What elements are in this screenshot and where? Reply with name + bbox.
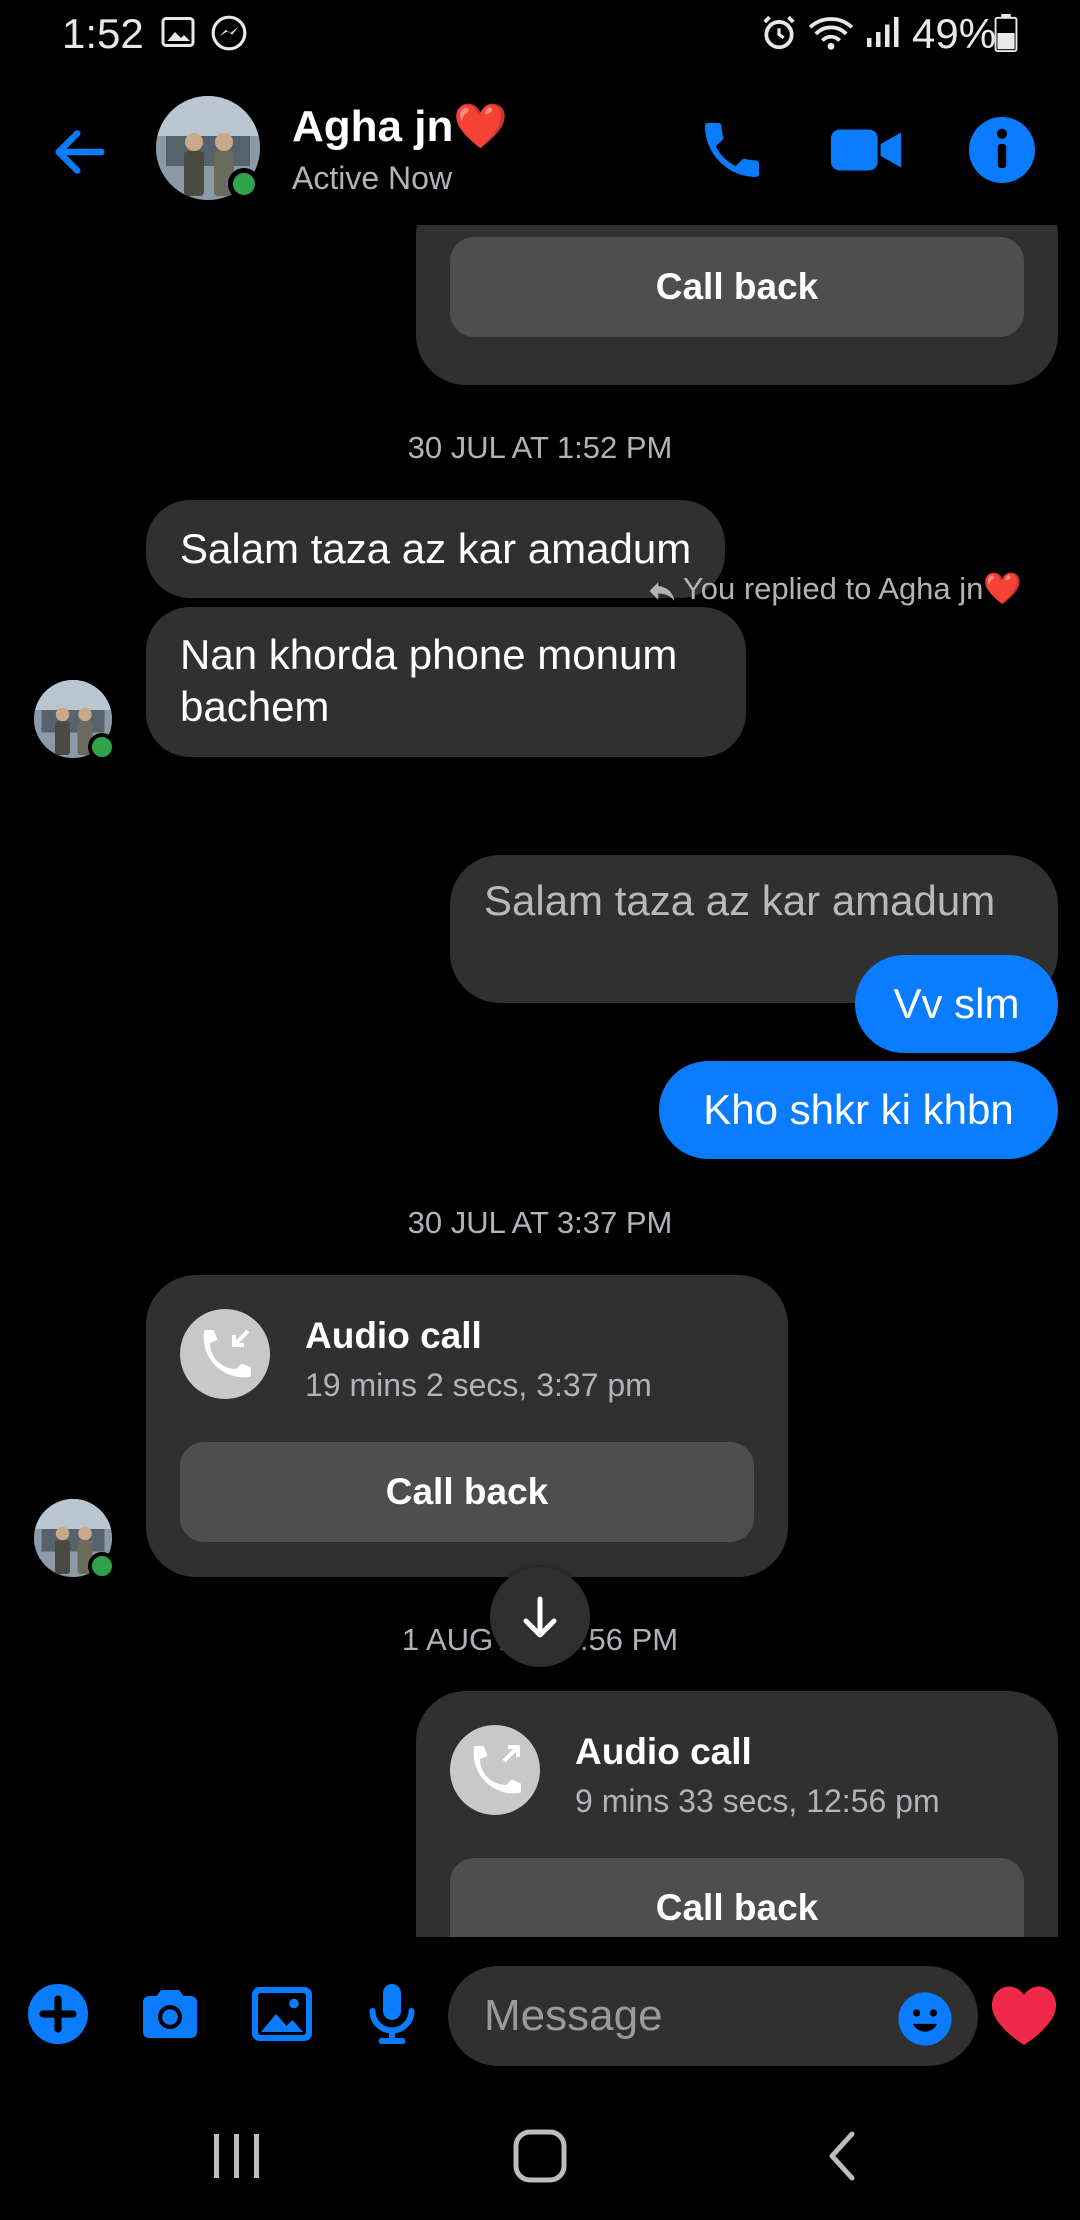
image-icon bbox=[252, 1987, 312, 2041]
phone-icon bbox=[705, 123, 759, 177]
home-button[interactable] bbox=[505, 2126, 575, 2186]
arrow-down-icon bbox=[523, 1596, 557, 1638]
wifi-icon bbox=[808, 14, 854, 57]
video-call-button[interactable] bbox=[828, 114, 902, 186]
scroll-to-bottom-button[interactable] bbox=[490, 1567, 590, 1667]
voice-message-button[interactable] bbox=[356, 1978, 428, 2050]
audio-call-card: Audio call 9 mins 33 secs, 12:56 pm Call… bbox=[416, 1691, 1058, 1937]
online-indicator bbox=[228, 168, 260, 200]
recent-apps-icon bbox=[214, 2134, 259, 2178]
call-title: Audio call bbox=[575, 1731, 752, 1772]
emoji-button[interactable] bbox=[896, 1990, 954, 2048]
info-button[interactable] bbox=[966, 114, 1038, 186]
status-bar: 1:52 49% bbox=[0, 0, 1080, 70]
signal-icon bbox=[864, 14, 900, 55]
online-indicator bbox=[88, 1552, 116, 1580]
heart-icon bbox=[991, 1986, 1057, 2045]
incoming-call-icon bbox=[180, 1309, 270, 1399]
online-indicator bbox=[88, 733, 116, 761]
back-arrow-icon bbox=[55, 130, 105, 174]
outgoing-call-icon bbox=[450, 1725, 540, 1815]
audio-call-button[interactable] bbox=[696, 114, 768, 186]
messenger-icon bbox=[210, 14, 248, 57]
recent-apps-button[interactable] bbox=[202, 2126, 272, 2186]
timestamp: 30 JUL AT 3:37 PM bbox=[407, 1205, 673, 1240]
send-heart-button[interactable] bbox=[988, 1982, 1060, 2048]
conversation-header: Agha jn❤️ Active Now bbox=[0, 80, 1080, 220]
battery-percent: 49% bbox=[912, 10, 997, 57]
contact-name[interactable]: Agha jn❤️ bbox=[292, 100, 508, 152]
reply-arrow-icon bbox=[649, 582, 675, 601]
message-list[interactable]: Call back 30 JUL AT 1:52 PM Salam taza a… bbox=[0, 225, 1080, 1937]
contact-active-status: Active Now bbox=[292, 160, 453, 196]
mic-icon bbox=[369, 1984, 415, 2044]
alarm-icon bbox=[760, 14, 798, 57]
plus-icon bbox=[28, 1984, 88, 2044]
call-back-button[interactable]: Call back bbox=[450, 1858, 1024, 1937]
status-time: 1:52 bbox=[62, 10, 144, 57]
incoming-message[interactable]: Nan khorda phone monum bachem bbox=[146, 607, 746, 757]
timestamp: 30 JUL AT 1:52 PM bbox=[407, 430, 673, 465]
call-back-button[interactable]: Call back bbox=[450, 237, 1024, 337]
message-composer bbox=[0, 1950, 1080, 2080]
emoji-icon bbox=[898, 1992, 952, 2046]
call-title: Audio call bbox=[305, 1315, 482, 1356]
incoming-message[interactable]: Salam taza az kar amadum bbox=[146, 500, 726, 598]
outgoing-message[interactable]: Kho shkr ki khbn bbox=[659, 1061, 1058, 1159]
call-back-button[interactable]: Call back bbox=[180, 1442, 754, 1542]
battery-icon bbox=[994, 14, 1018, 57]
info-icon bbox=[969, 117, 1035, 183]
outgoing-message[interactable]: Vv slm bbox=[855, 955, 1058, 1053]
reply-note: You replied to Agha jn❤️ bbox=[647, 570, 1022, 607]
video-icon bbox=[830, 129, 902, 171]
call-detail: 9 mins 33 secs, 12:56 pm bbox=[575, 1783, 940, 1819]
audio-call-card: Audio call 19 mins 2 secs, 3:37 pm Call … bbox=[146, 1275, 788, 1577]
back-nav-button[interactable] bbox=[808, 2126, 878, 2186]
system-navigation-bar bbox=[0, 2090, 1080, 2220]
call-card-top: Call back bbox=[416, 225, 1058, 385]
call-detail: 19 mins 2 secs, 3:37 pm bbox=[305, 1367, 652, 1403]
gallery-icon bbox=[160, 14, 196, 55]
back-button[interactable] bbox=[48, 120, 112, 184]
more-actions-button[interactable] bbox=[22, 1978, 94, 2050]
camera-icon bbox=[143, 1990, 197, 2038]
home-icon bbox=[513, 2129, 567, 2183]
gallery-button[interactable] bbox=[246, 1978, 318, 2050]
camera-button[interactable] bbox=[134, 1978, 206, 2050]
chevron-left-icon bbox=[829, 2131, 855, 2181]
